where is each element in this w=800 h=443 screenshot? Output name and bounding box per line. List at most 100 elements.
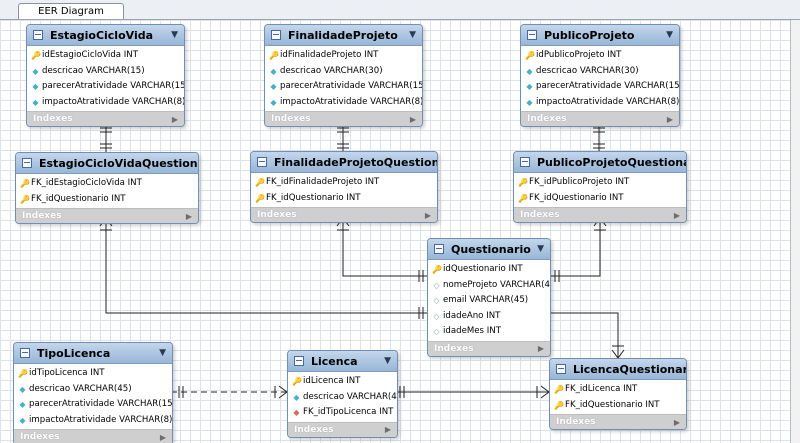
indexes-section[interactable]: Indexes ▶ — [27, 111, 184, 126]
table-estagio-ciclo-vida[interactable]: EstagioCicloVida ▼ 🔑 idEstagioCicloVida INT… — [26, 24, 185, 127]
column-row[interactable]: 🔑 idPublicoProjeto INT — [521, 48, 679, 64]
table-header[interactable]: LicencaQuestionario▼ — [550, 359, 686, 380]
column-text: descricao VARCHAR(45) — [303, 391, 398, 402]
column-diamond-icon: ◇ — [433, 311, 440, 321]
table-finalidade-projeto[interactable]: FinalidadeProjeto ▼ 🔑 idFinalidadeProjeto I… — [264, 24, 423, 127]
indexes-section[interactable]: Indexes ▶ — [550, 414, 686, 429]
column-text: FK_idQuestionario INT — [565, 399, 660, 410]
collapse-triangle-icon[interactable]: ▼ — [409, 30, 416, 40]
column-row[interactable]: 🔑 FK_idEstagioCicloVida INT — [16, 176, 198, 192]
table-header[interactable]: Questionario ▼ — [428, 239, 550, 260]
column-row[interactable]: 🔑 idEstagioCicloVida INT — [27, 48, 184, 64]
column-row[interactable]: ◇ idadeMes INT — [428, 324, 550, 340]
expand-triangle-icon[interactable]: ▶ — [425, 211, 431, 220]
expand-triangle-icon[interactable]: ▶ — [186, 212, 192, 221]
key-icon: 🔑 — [518, 193, 528, 203]
column-row[interactable]: ◆ impactoAtratividade VARCHAR(8) — [27, 95, 184, 111]
tab-bar: EER Diagram — [0, 0, 800, 20]
column-row[interactable]: 🔑 FK_idFinalidadeProjeto INT — [251, 175, 437, 191]
column-row[interactable]: ◆ parecerAtratividade VARCHAR(1500) — [14, 397, 172, 413]
expand-triangle-icon[interactable]: ▶ — [674, 211, 680, 220]
indexes-section[interactable]: Indexes ▶ — [14, 429, 172, 443]
expand-triangle-icon[interactable]: ▶ — [160, 433, 166, 442]
column-row[interactable]: 🔑 FK_idQuestionario INT — [16, 192, 198, 208]
table-header[interactable]: PublicoProjeto ▼ — [521, 25, 679, 46]
column-row[interactable]: 🔑 FK_idQuestionario INT — [514, 191, 686, 207]
table-header[interactable]: EstagioCicloVidaQuestionario▼ — [16, 153, 198, 174]
column-row[interactable]: ◆ descricao VARCHAR(30) — [521, 64, 679, 80]
column-text: idPublicoProjeto INT — [536, 50, 622, 60]
table-header[interactable]: Licenca ▼ — [288, 351, 397, 372]
column-row[interactable]: 🔑 FK_idQuestionario INT — [550, 398, 686, 414]
indexes-section[interactable]: Indexes ▶ — [521, 111, 679, 126]
column-text: email VARCHAR(45) — [443, 295, 529, 305]
column-row[interactable]: 🔑 idLicenca INT — [288, 374, 397, 390]
indexes-section[interactable]: Indexes ▶ — [514, 207, 686, 222]
rel-fpq-marks — [336, 217, 424, 282]
column-row[interactable]: ◆ descricao VARCHAR(15) — [27, 64, 184, 80]
column-row[interactable]: ◆ parecerAtratividade VARCHAR(1500) — [27, 79, 184, 95]
column-row[interactable]: 🔑 idQuestionario INT — [428, 262, 550, 278]
indexes-section[interactable]: Indexes ▶ — [16, 208, 198, 223]
column-text: parecerAtratividade VARCHAR(1500) — [536, 81, 680, 91]
expand-triangle-icon[interactable]: ▶ — [667, 115, 673, 124]
table-header[interactable]: FinalidadeProjeto ▼ — [265, 25, 422, 46]
column-text: descricao VARCHAR(15) — [42, 65, 145, 76]
column-row[interactable]: ◆ FK_idTipoLicenca INT — [288, 405, 397, 421]
column-row[interactable]: 🔑 FK_idPublicoProjeto INT — [514, 175, 686, 191]
vertical-scrollbar[interactable] — [791, 20, 800, 443]
collapse-triangle-icon[interactable]: ▼ — [159, 348, 166, 358]
tab-eer-diagram[interactable]: EER Diagram — [18, 3, 124, 19]
column-row[interactable]: ◆ parecerAtratividade VARCHAR(1500) — [265, 79, 422, 95]
collapse-triangle-icon[interactable]: ▼ — [171, 30, 178, 40]
expand-triangle-icon[interactable]: ▶ — [410, 115, 416, 124]
table-questionario[interactable]: Questionario ▼ 🔑 idQuestionario INT ◇ nomePro… — [427, 238, 551, 357]
column-text: impactoAtratividade VARCHAR(8) — [29, 414, 173, 425]
key-icon: 🔑 — [525, 51, 535, 61]
column-row[interactable]: 🔑 FK_idLicenca INT — [550, 382, 686, 398]
table-header[interactable]: EstagioCicloVida ▼ — [27, 25, 184, 46]
indexes-section[interactable]: Indexes ▶ — [265, 111, 422, 126]
column-row[interactable]: 🔑 FK_idQuestionario INT — [251, 191, 437, 207]
column-row[interactable]: 🔑 idFinalidadeProjeto INT — [265, 48, 422, 64]
column-diamond-icon: ◆ — [32, 97, 39, 107]
expand-triangle-icon[interactable]: ▶ — [538, 344, 544, 353]
collapse-triangle-icon[interactable]: ▼ — [384, 356, 391, 366]
table-estagio-ciclo-vida-questionario[interactable]: EstagioCicloVidaQuestionario▼ 🔑FK_idEstag… — [15, 152, 199, 224]
column-row[interactable]: ◆ parecerAtratividade VARCHAR(1500) — [521, 79, 679, 95]
column-row[interactable]: ◆ descricao VARCHAR(30) — [265, 64, 422, 80]
column-text: FK_idQuestionario INT — [266, 192, 361, 203]
table-publico-projeto-questionario[interactable]: PublicoProjetoQuestionario▼ 🔑FK_idPublico… — [513, 151, 687, 223]
table-licenca[interactable]: Licenca ▼ 🔑 idLicenca INT ◆ descricao VARCHAR… — [287, 350, 398, 438]
column-row[interactable]: ◆ descricao VARCHAR(45) — [288, 390, 397, 406]
column-text: parecerAtratividade VARCHAR(1500) — [29, 399, 173, 409]
column-row[interactable]: ◇ email VARCHAR(45) — [428, 293, 550, 309]
column-row[interactable]: ◆ impactoAtratividade VARCHAR(8) — [521, 95, 679, 111]
column-row[interactable]: ◆ impactoAtratividade VARCHAR(8) — [265, 95, 422, 111]
expand-triangle-icon[interactable]: ▶ — [385, 425, 391, 434]
key-icon: 🔑 — [518, 178, 528, 188]
expand-triangle-icon[interactable]: ▶ — [172, 115, 178, 124]
table-publico-projeto[interactable]: PublicoProjeto ▼ 🔑 idPublicoProjeto INT ◆ des… — [520, 24, 680, 127]
table-header[interactable]: TipoLicenca ▼ — [14, 343, 172, 364]
column-row[interactable]: ◆ impactoAtratividade VARCHAR(8) — [14, 413, 172, 429]
column-row[interactable]: ◆ descricao VARCHAR(45) — [14, 382, 172, 398]
table-name: FinalidadeProjeto — [288, 28, 398, 42]
table-name: FinalidadeProjetoQuestionario — [274, 155, 438, 169]
table-tipo-licenca[interactable]: TipoLicenca ▼ 🔑 idTipoLicenca INT ◆ descricao… — [13, 342, 173, 443]
column-row[interactable]: 🔑 idTipoLicenca INT — [14, 366, 172, 382]
indexes-section[interactable]: Indexes ▶ — [251, 207, 437, 222]
table-header[interactable]: PublicoProjetoQuestionario▼ — [514, 152, 686, 173]
collapse-triangle-icon[interactable]: ▼ — [666, 30, 673, 40]
diagram-canvas[interactable]: EstagioCicloVida ▼ 🔑 idEstagioCicloVida INT… — [0, 20, 791, 443]
column-row[interactable]: ◇ nomeProjeto VARCHAR(45) — [428, 278, 550, 294]
expand-triangle-icon[interactable]: ▶ — [674, 418, 680, 427]
indexes-section[interactable]: Indexes ▶ — [288, 421, 397, 437]
table-header[interactable]: FinalidadeProjetoQuestionario▼ — [251, 152, 437, 173]
key-icon: 🔑 — [20, 194, 30, 204]
table-licenca-questionario[interactable]: LicencaQuestionario▼ 🔑FK_idLicenca INT🔑FK… — [549, 358, 687, 430]
table-finalidade-projeto-questionario[interactable]: FinalidadeProjetoQuestionario▼ 🔑FK_idFina… — [250, 151, 438, 223]
column-row[interactable]: ◇ idadeAno INT — [428, 309, 550, 325]
indexes-section[interactable]: Indexes ▶ — [428, 340, 550, 356]
collapse-triangle-icon[interactable]: ▼ — [537, 244, 544, 254]
